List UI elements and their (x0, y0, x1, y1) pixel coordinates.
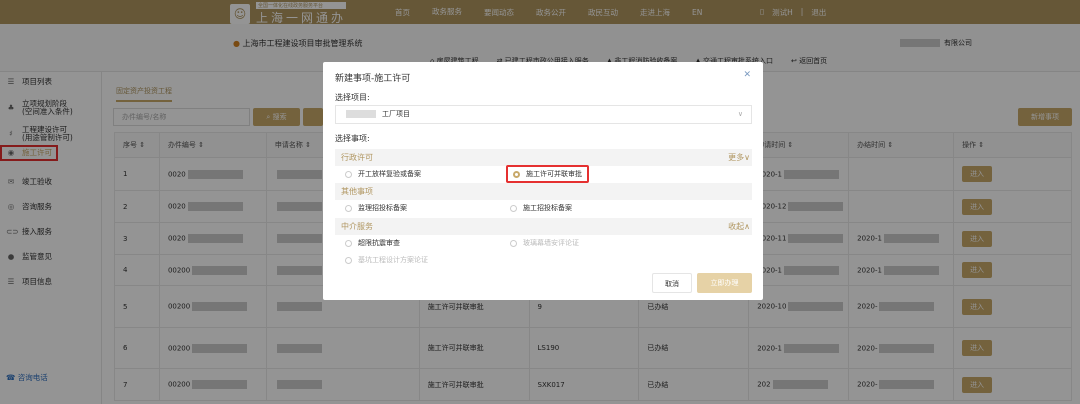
option-supervision-bid[interactable]: 监理招投标备案 (345, 203, 407, 213)
radio-disabled[interactable] (510, 239, 517, 247)
option-label: 超限抗震审查 (358, 239, 400, 247)
project-label: 选择项目: (335, 93, 370, 102)
close-icon[interactable]: ✕ (743, 70, 751, 80)
matter-label: 选择事项: (335, 134, 370, 143)
option-label: 开工放样复验或备案 (358, 170, 421, 178)
option-parallel-approval[interactable]: 施工许可并联审批 (506, 165, 589, 183)
section-agency: 中介服务 收起∧ (335, 218, 752, 235)
radio[interactable] (345, 204, 352, 212)
option-label: 施工招投标备案 (523, 204, 572, 212)
section-title: 行政许可 (341, 153, 373, 162)
option-label: 施工许可并联审批 (526, 170, 582, 178)
more-toggle[interactable]: 更多∨ (728, 149, 750, 166)
radio-selected[interactable] (513, 170, 520, 178)
radio-disabled[interactable] (345, 256, 352, 264)
collapse-toggle[interactable]: 收起∧ (728, 218, 750, 235)
option-layout-check[interactable]: 开工放样复验或备案 (345, 169, 421, 179)
option-glass-curtain[interactable]: 玻璃幕墙安评论证 (510, 238, 579, 248)
new-matter-dialog: 新建事项-施工许可 ✕ 选择项目: 工厂项目 ∨ 选择事项: 行政许可 更多∨ 开工… (323, 62, 763, 300)
option-construction-bid[interactable]: 施工招投标备案 (510, 203, 572, 213)
radio[interactable] (345, 239, 352, 247)
radio[interactable] (345, 170, 352, 178)
dialog-title: 新建事项-施工许可 (335, 74, 411, 84)
option-label: 玻璃幕墙安评论证 (523, 239, 579, 247)
chevron-down-icon: ∨ (737, 110, 743, 118)
radio[interactable] (510, 204, 517, 212)
option-seismic-review[interactable]: 超限抗震审查 (345, 238, 400, 248)
cancel-button[interactable]: 取消 (652, 273, 692, 293)
section-other: 其他事项 (335, 183, 752, 200)
submit-button[interactable]: 立即办理 (697, 273, 752, 293)
section-title: 其他事项 (341, 187, 373, 196)
option-foundation-pit[interactable]: 基坑工程设计方案论证 (345, 255, 428, 265)
section-admin-permit: 行政许可 更多∨ (335, 149, 752, 166)
option-label: 基坑工程设计方案论证 (358, 256, 428, 264)
project-select[interactable]: 工厂项目 ∨ (335, 105, 752, 124)
option-label: 监理招投标备案 (358, 204, 407, 212)
project-value: 工厂项目 (382, 110, 410, 118)
section-title: 中介服务 (341, 222, 373, 231)
